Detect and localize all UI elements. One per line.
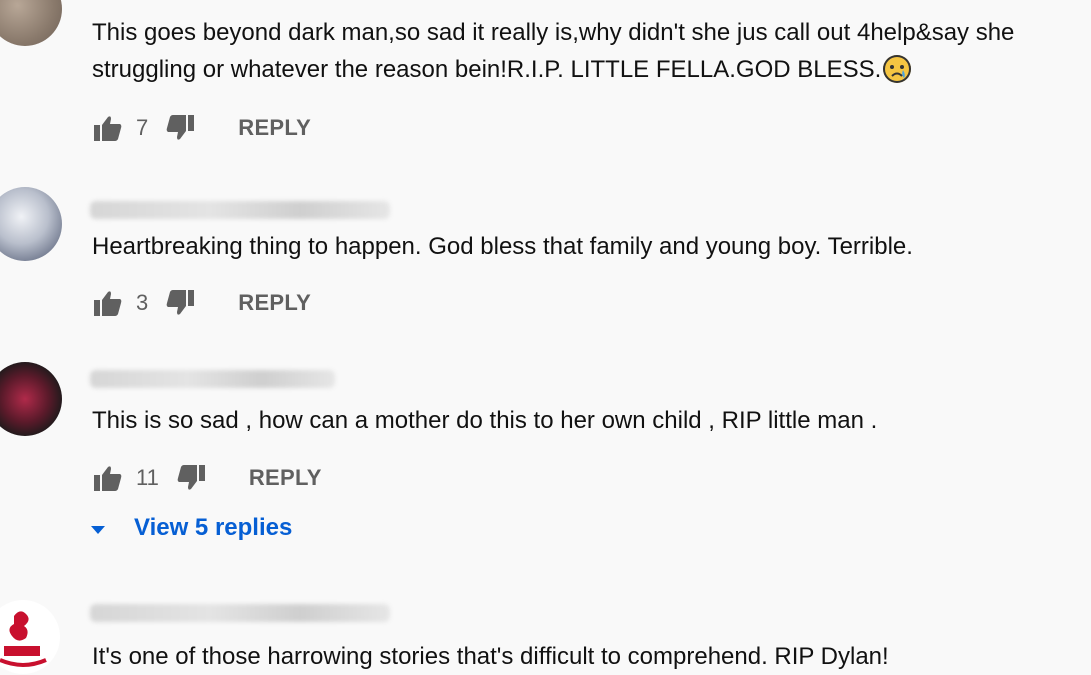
- comment-actions: 11 REPLY: [92, 462, 322, 494]
- comment-text-line: struggling or whatever the reason bein!R…: [92, 51, 1014, 88]
- author-name-redacted[interactable]: [90, 366, 340, 392]
- comment-text: This goes beyond dark man,so sad it real…: [92, 14, 1014, 88]
- thumb-down-icon[interactable]: [175, 462, 207, 494]
- like-count: 3: [136, 290, 149, 315]
- sad-emoji-icon: [883, 55, 912, 83]
- reply-button[interactable]: REPLY: [238, 115, 311, 141]
- thumb-up-icon[interactable]: [92, 462, 124, 494]
- redacted-bar: [90, 201, 390, 219]
- avatar[interactable]: [0, 187, 62, 261]
- thumb-down-icon[interactable]: [164, 112, 196, 144]
- like-count: 11: [136, 465, 159, 490]
- caret-down-icon: [90, 514, 106, 542]
- redacted-bar: [90, 604, 390, 622]
- comment-text-line: This goes beyond dark man,so sad it real…: [92, 19, 1015, 46]
- author-name-redacted[interactable]: [90, 197, 400, 223]
- view-replies-label: View 5 replies: [134, 514, 293, 541]
- comment-actions: 3 REPLY: [92, 287, 311, 319]
- view-replies-button[interactable]: View 5 replies: [90, 514, 292, 542]
- author-name-redacted[interactable]: [90, 602, 400, 628]
- comment-text-segment: struggling or whatever the reason bein!R…: [92, 56, 882, 83]
- redacted-bar: [90, 370, 335, 388]
- thumb-down-icon[interactable]: [164, 287, 196, 319]
- avatar[interactable]: [0, 362, 62, 436]
- comment-text: Heartbreaking thing to happen. God bless…: [92, 233, 913, 260]
- comment-text: This is so sad , how can a mother do thi…: [92, 407, 878, 434]
- like-count: 7: [136, 115, 149, 140]
- comment-text: It's one of those harrowing stories that…: [92, 643, 889, 670]
- thumb-up-icon[interactable]: [92, 287, 124, 319]
- liver-bird-crest-icon: [0, 611, 47, 667]
- reply-button[interactable]: REPLY: [238, 290, 311, 316]
- avatar[interactable]: [0, 600, 60, 674]
- thumb-up-icon[interactable]: [92, 112, 124, 144]
- comment-actions: 7 REPLY: [92, 112, 311, 144]
- avatar[interactable]: [0, 0, 62, 46]
- reply-button[interactable]: REPLY: [249, 465, 322, 491]
